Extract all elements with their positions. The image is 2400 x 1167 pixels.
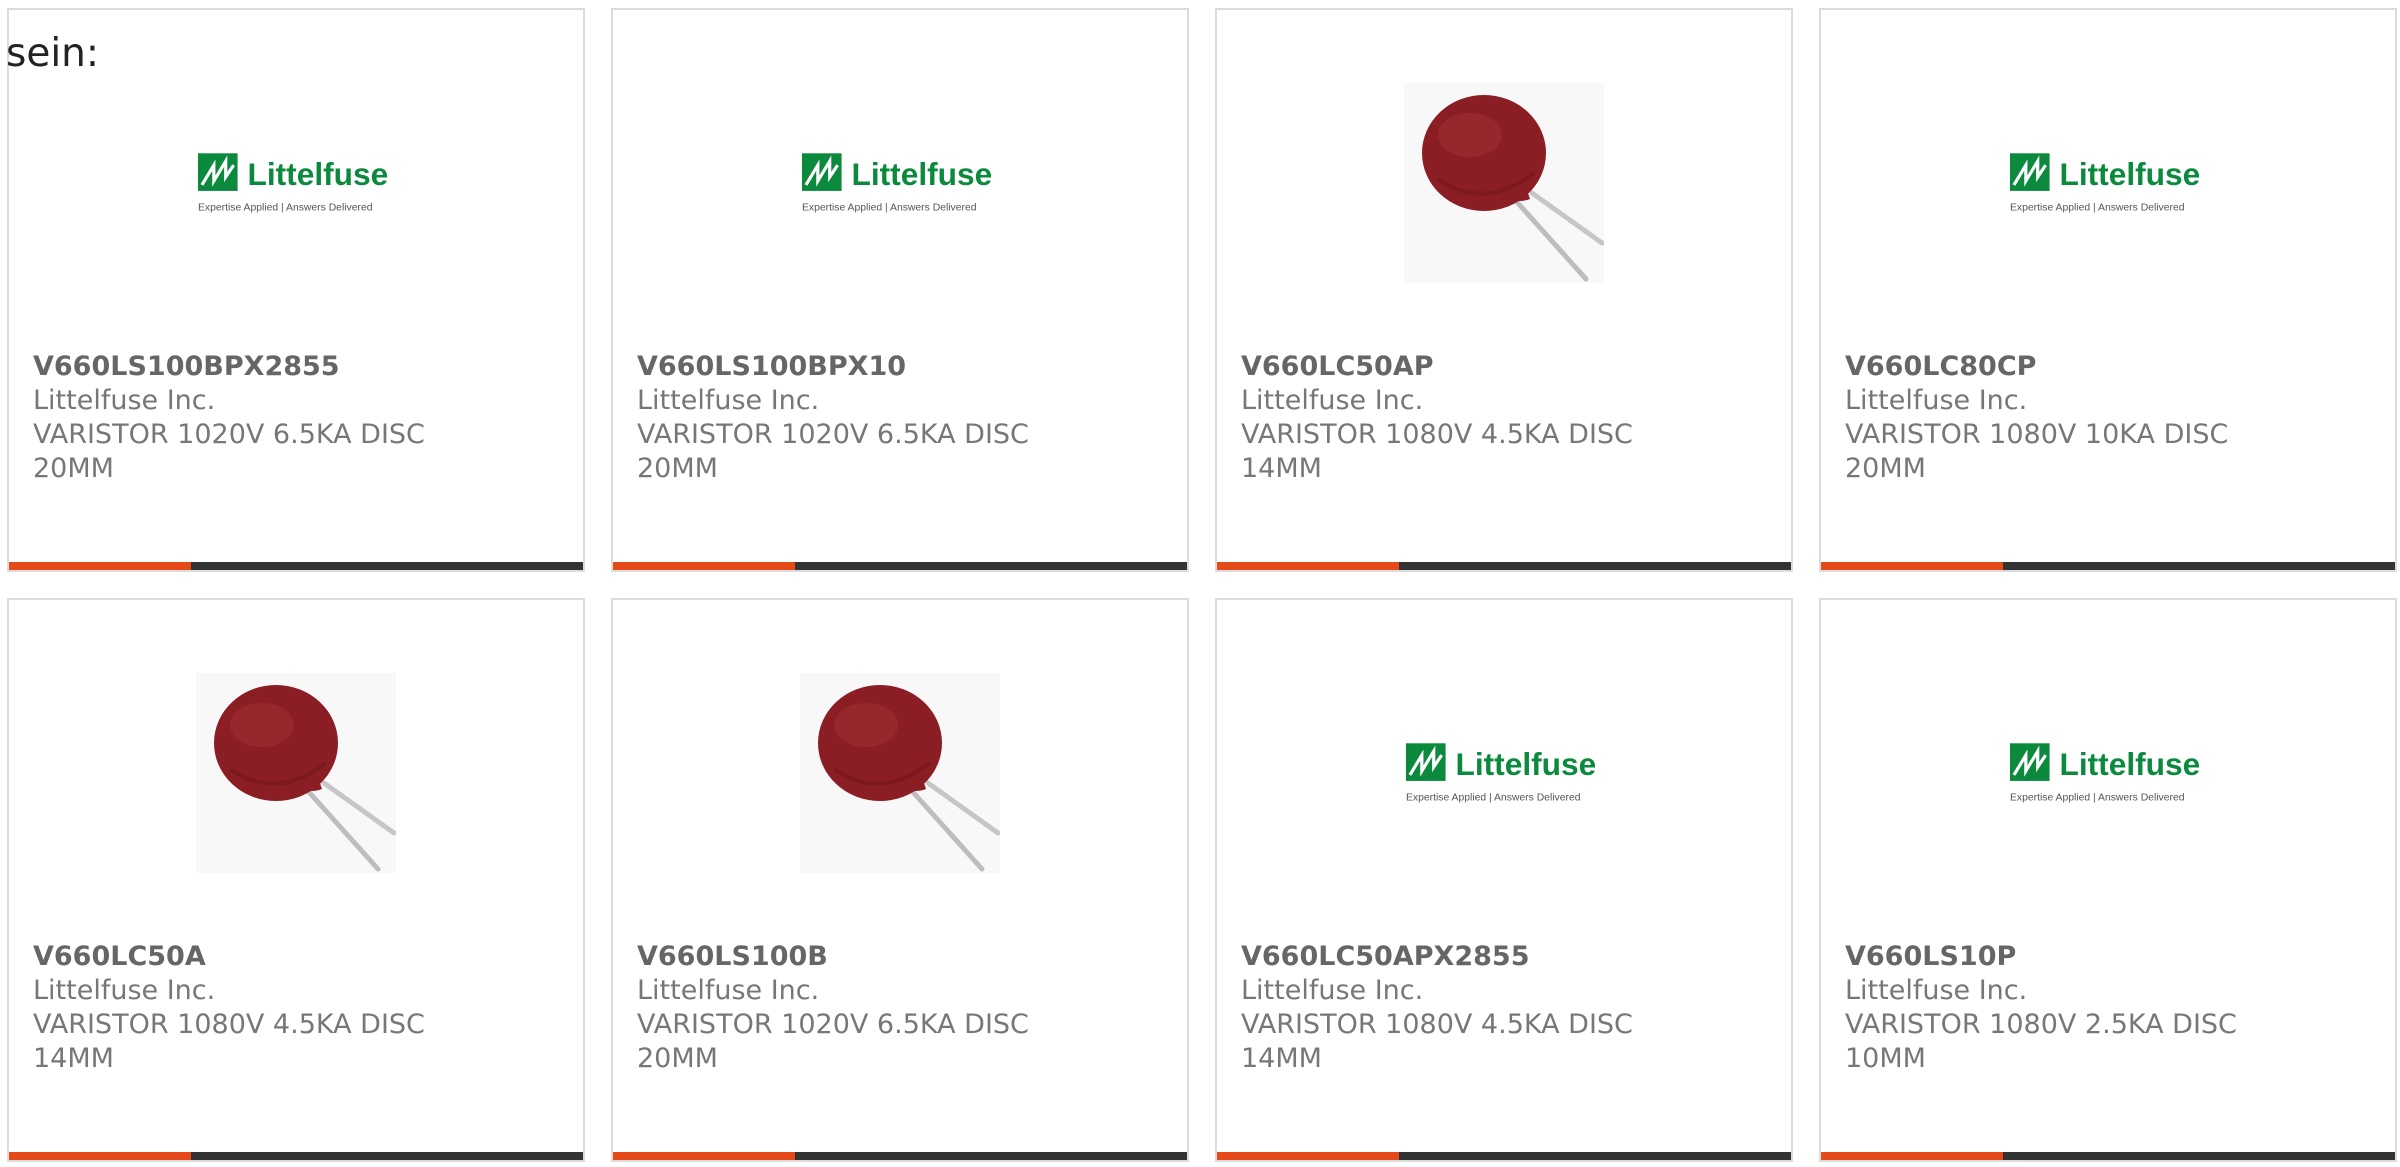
card-bottom-bar — [613, 562, 1187, 570]
product-info: V660LS100BPX2855 Littelfuse Inc. VARISTO… — [33, 350, 453, 486]
product-info: V660LS100B Littelfuse Inc. VARISTOR 1020… — [637, 940, 1057, 1076]
description: VARISTOR 1080V 4.5KA DISC 14MM — [33, 1009, 425, 1074]
product-image[interactable] — [800, 673, 1000, 873]
card-accent-bar — [1821, 562, 2003, 570]
product-info: V660LS100BPX10 Littelfuse Inc. VARISTOR … — [637, 350, 1057, 486]
part-number-link[interactable]: V660LC80CP — [1845, 350, 2265, 384]
part-number-link[interactable]: V660LC50A — [33, 940, 453, 974]
part-number-link[interactable]: V660LC50AP — [1241, 350, 1661, 384]
part-number-link[interactable]: V660LS100BPX2855 — [33, 350, 453, 384]
description: VARISTOR 1080V 4.5KA DISC 14MM — [1241, 419, 1633, 484]
card-accent-bar — [1217, 1152, 1399, 1160]
product-image[interactable]: Littelfuse Expertise Applied | Answers D… — [2008, 673, 2208, 873]
card-bottom-bar — [1821, 562, 2395, 570]
card-bottom-bar — [613, 1152, 1187, 1160]
manufacturer: Littelfuse Inc. — [1845, 975, 2028, 1006]
logo-tagline: Expertise Applied | Answers Delivered — [2010, 793, 2185, 804]
littelfuse-logo-icon: Littelfuse Expertise Applied | Answers D… — [197, 153, 388, 214]
description: VARISTOR 1080V 4.5KA DISC 14MM — [1241, 1009, 1633, 1074]
product-image[interactable]: Littelfuse Expertise Applied | Answers D… — [1404, 673, 1604, 873]
manufacturer: Littelfuse Inc. — [637, 385, 820, 416]
manufacturer: Littelfuse Inc. — [1845, 385, 2028, 416]
product-image[interactable]: Littelfuse Expertise Applied | Answers D… — [196, 83, 396, 283]
card-accent-bar — [613, 1152, 795, 1160]
part-number-link[interactable]: V660LS100B — [637, 940, 1057, 974]
logo-tagline: Expertise Applied | Answers Delivered — [198, 203, 373, 214]
card-accent-bar — [613, 562, 795, 570]
card-accent-bar — [1217, 562, 1399, 570]
product-card[interactable]: V660LC50A Littelfuse Inc. VARISTOR 1080V… — [7, 598, 585, 1162]
product-card[interactable]: V660LC50AP Littelfuse Inc. VARISTOR 1080… — [1215, 8, 1793, 572]
description: VARISTOR 1020V 6.5KA DISC 20MM — [33, 419, 425, 484]
logo-text: Littelfuse — [2059, 156, 2200, 192]
description: VARISTOR 1020V 6.5KA DISC 20MM — [637, 419, 1029, 484]
card-bottom-bar — [1821, 1152, 2395, 1160]
littelfuse-logo-icon: Littelfuse Expertise Applied | Answers D… — [2009, 153, 2200, 214]
product-card[interactable]: Littelfuse Expertise Applied | Answers D… — [1215, 598, 1793, 1162]
description: VARISTOR 1080V 2.5KA DISC 10MM — [1845, 1009, 2237, 1074]
manufacturer: Littelfuse Inc. — [1241, 975, 1424, 1006]
card-bottom-bar — [1217, 1152, 1791, 1160]
product-image[interactable]: Littelfuse Expertise Applied | Answers D… — [2008, 83, 2208, 283]
logo-text: Littelfuse — [1455, 746, 1596, 782]
card-accent-bar — [9, 562, 191, 570]
varistor-icon — [1404, 83, 1604, 283]
card-bottom-bar — [9, 1152, 583, 1160]
product-info: V660LC80CP Littelfuse Inc. VARISTOR 1080… — [1845, 350, 2265, 486]
littelfuse-logo-icon: Littelfuse Expertise Applied | Answers D… — [801, 153, 992, 214]
logo-text: Littelfuse — [851, 156, 992, 192]
manufacturer: Littelfuse Inc. — [637, 975, 820, 1006]
varistor-icon — [196, 673, 396, 873]
logo-text: Littelfuse — [247, 156, 388, 192]
product-info: V660LS10P Littelfuse Inc. VARISTOR 1080V… — [1845, 940, 2265, 1076]
logo-tagline: Expertise Applied | Answers Delivered — [2010, 203, 2185, 214]
manufacturer: Littelfuse Inc. — [33, 385, 216, 416]
product-card[interactable]: V660LS100B Littelfuse Inc. VARISTOR 1020… — [611, 598, 1189, 1162]
part-number-link[interactable]: V660LS10P — [1845, 940, 2265, 974]
card-bottom-bar — [1217, 562, 1791, 570]
product-card[interactable]: Littelfuse Expertise Applied | Answers D… — [1819, 8, 2397, 572]
varistor-icon — [800, 673, 1000, 873]
product-image[interactable] — [1404, 83, 1604, 283]
part-number-link[interactable]: V660LC50APX2855 — [1241, 940, 1661, 974]
product-info: V660LC50APX2855 Littelfuse Inc. VARISTOR… — [1241, 940, 1661, 1076]
product-card[interactable]: Littelfuse Expertise Applied | Answers D… — [7, 8, 585, 572]
part-number-link[interactable]: V660LS100BPX10 — [637, 350, 1057, 384]
description: VARISTOR 1020V 6.5KA DISC 20MM — [637, 1009, 1029, 1074]
product-card[interactable]: Littelfuse Expertise Applied | Answers D… — [1819, 598, 2397, 1162]
product-card[interactable]: Littelfuse Expertise Applied | Answers D… — [611, 8, 1189, 572]
card-bottom-bar — [9, 562, 583, 570]
product-image[interactable]: Littelfuse Expertise Applied | Answers D… — [800, 83, 1000, 283]
littelfuse-logo-icon: Littelfuse Expertise Applied | Answers D… — [2009, 743, 2200, 804]
logo-tagline: Expertise Applied | Answers Delivered — [802, 203, 977, 214]
product-info: V660LC50AP Littelfuse Inc. VARISTOR 1080… — [1241, 350, 1661, 486]
logo-text: Littelfuse — [2059, 746, 2200, 782]
card-accent-bar — [9, 1152, 191, 1160]
littelfuse-logo-icon: Littelfuse Expertise Applied | Answers D… — [1405, 743, 1596, 804]
logo-tagline: Expertise Applied | Answers Delivered — [1406, 793, 1581, 804]
card-accent-bar — [1821, 1152, 2003, 1160]
manufacturer: Littelfuse Inc. — [1241, 385, 1424, 416]
product-info: V660LC50A Littelfuse Inc. VARISTOR 1080V… — [33, 940, 453, 1076]
product-image[interactable] — [196, 673, 396, 873]
manufacturer: Littelfuse Inc. — [33, 975, 216, 1006]
intro-text: sein: — [6, 31, 100, 76]
description: VARISTOR 1080V 10KA DISC 20MM — [1845, 419, 2229, 484]
